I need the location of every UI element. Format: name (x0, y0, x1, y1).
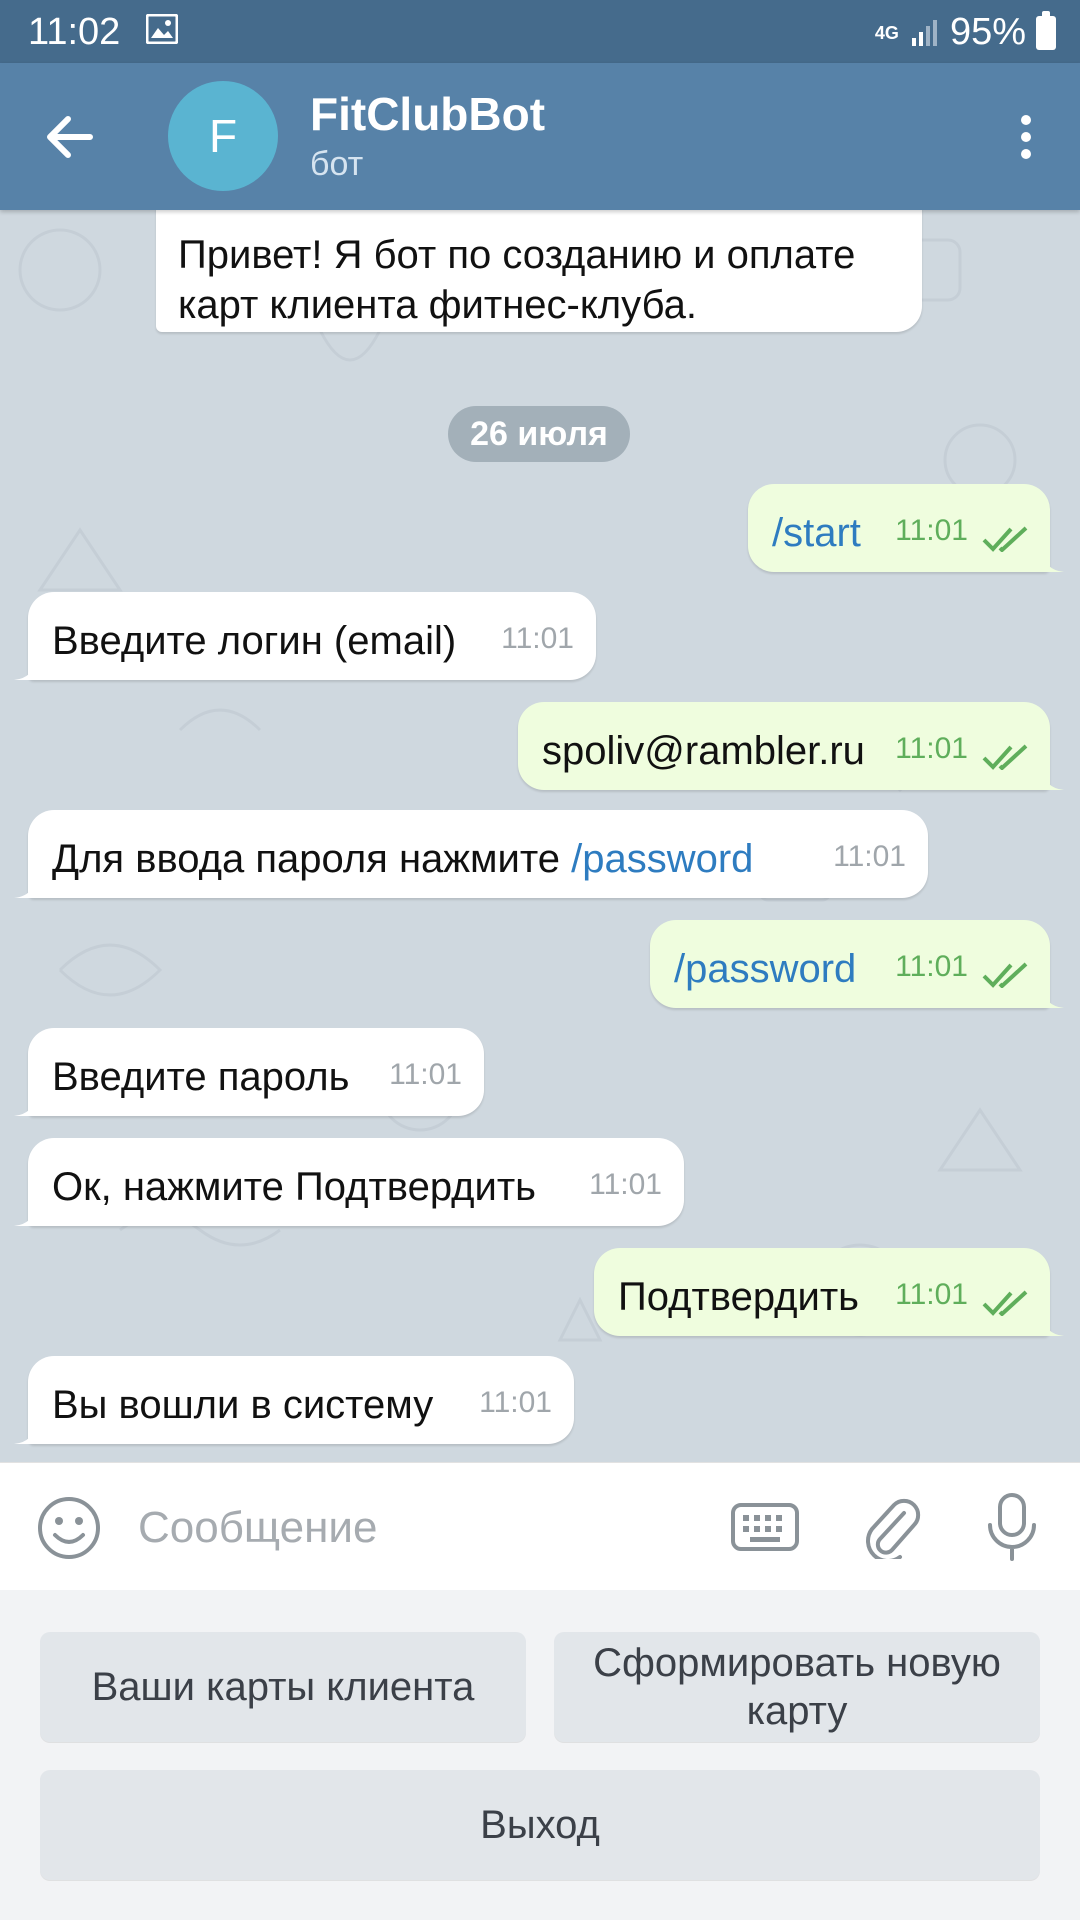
message-incoming[interactable]: Вы вошли в систему 11:01 (14, 1356, 574, 1444)
read-checkmarks-icon (982, 744, 1028, 770)
message-outgoing[interactable]: /start 11:01 (748, 484, 1064, 572)
message-time: 11:01 (389, 1058, 462, 1091)
keyboard-icon[interactable] (730, 1499, 800, 1555)
microphone-icon[interactable] (984, 1491, 1040, 1563)
message-time: 11:01 (895, 732, 968, 765)
chat-title[interactable]: FitClubBot (310, 87, 545, 141)
your-cards-button[interactable]: Ваши карты клиента (40, 1632, 526, 1742)
message-outgoing[interactable]: spoliv@rambler.ru 11:01 (518, 702, 1064, 790)
exit-button[interactable]: Выход (40, 1770, 1040, 1880)
new-card-button[interactable]: Сформировать новую карту (554, 1632, 1040, 1742)
message-time: 11:01 (833, 840, 906, 873)
message-time: 11:01 (501, 622, 574, 655)
battery-percent: 95% (949, 11, 1026, 53)
message-input-bar (0, 1462, 1080, 1591)
bubble-tail (1042, 986, 1064, 1008)
bubble-tail (1042, 768, 1064, 790)
message-time: 11:01 (895, 1278, 968, 1311)
message-incoming[interactable]: Привет! Я бот по созданию и оплате карт … (156, 210, 922, 332)
bubble-tail (1042, 550, 1064, 572)
attach-paperclip-icon[interactable] (860, 1493, 922, 1559)
message-text-line-1: Привет! Я бот по созданию и оплате (178, 233, 856, 277)
more-vertical-icon (1021, 115, 1031, 159)
bubble-tail (14, 876, 36, 898)
back-button[interactable] (30, 97, 110, 177)
bot-reply-keyboard: Ваши карты клиента Сформировать новую ка… (0, 1590, 1080, 1920)
read-checkmarks-icon (982, 1290, 1028, 1316)
message-text: spoliv@rambler.ru (542, 729, 865, 773)
message-text: Введите логин (email) (52, 619, 457, 663)
status-bar: 11:02 4G 95% (0, 0, 1080, 63)
message-incoming[interactable]: Для ввода пароля нажмите /password 11:01 (14, 810, 928, 898)
chat-subtitle: бот (310, 145, 364, 183)
message-text: Подтвердить (618, 1275, 859, 1319)
message-time: 11:01 (479, 1386, 552, 1419)
message-outgoing[interactable]: Подтвердить 11:01 (594, 1248, 1064, 1336)
message-text: Ок, нажмите Подтвердить (52, 1165, 537, 1209)
bubble-tail (14, 658, 36, 680)
new-card-label-line-1: Сформировать новую (593, 1641, 1001, 1685)
message-text-line-2: карт клиента фитнес-клуба. (178, 283, 697, 327)
message-time: 11:01 (895, 950, 968, 983)
bubble-tail (1042, 1314, 1064, 1336)
message-text: Привет! Я бот по созданию и оплате карт … (178, 230, 855, 330)
image-notification-icon (146, 14, 178, 44)
bubble-tail (14, 1204, 36, 1226)
message-text-plain: Для ввода пароля нажмите (52, 837, 572, 881)
read-checkmarks-icon (982, 962, 1028, 988)
status-time: 11:02 (28, 11, 121, 53)
chat-header: F FitClubBot бот (0, 63, 1080, 210)
date-separator: 26 июля (448, 406, 630, 462)
password-command-link[interactable]: /password (571, 837, 753, 881)
message-text: Вы вошли в систему (52, 1383, 434, 1427)
back-arrow-icon (47, 116, 93, 158)
message-text: Введите пароль (52, 1055, 350, 1099)
battery-icon (1036, 10, 1056, 50)
emoji-icon[interactable] (36, 1495, 102, 1561)
more-menu-button[interactable] (996, 97, 1056, 177)
bubble-tail (14, 1094, 36, 1116)
new-card-label-line-2: карту (746, 1689, 848, 1733)
bubble-tail (14, 1422, 36, 1444)
message-text[interactable]: /start (772, 508, 861, 558)
avatar[interactable]: F (168, 81, 278, 191)
message-text: Для ввода пароля нажмите /password (52, 834, 753, 884)
message-text[interactable]: /password (674, 944, 856, 994)
read-checkmarks-icon (982, 526, 1028, 552)
signal-icon (911, 19, 937, 46)
message-time: 11:01 (589, 1168, 662, 1201)
network-type: 4G (874, 22, 899, 43)
exit-label: Выход (480, 1803, 600, 1847)
message-input[interactable] (136, 1487, 700, 1569)
your-cards-label: Ваши карты клиента (91, 1665, 475, 1709)
message-time: 11:01 (895, 514, 968, 547)
message-outgoing[interactable]: /password 11:01 (650, 920, 1064, 1008)
message-incoming[interactable]: Введите пароль 11:01 (14, 1028, 484, 1116)
message-incoming[interactable]: Введите логин (email) 11:01 (14, 592, 596, 680)
message-incoming[interactable]: Ок, нажмите Подтвердить 11:01 (14, 1138, 684, 1226)
chat-history[interactable]: Привет! Я бот по созданию и оплате карт … (0, 210, 1080, 1462)
